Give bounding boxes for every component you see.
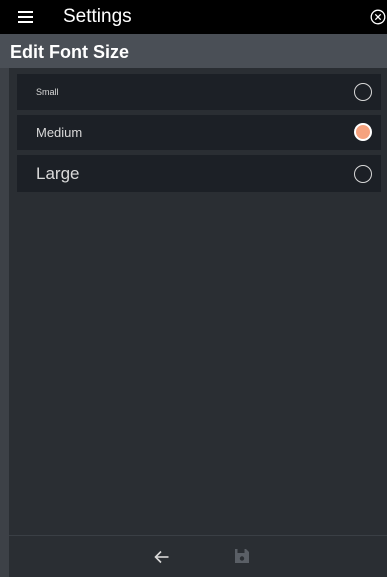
hamburger-menu-icon[interactable] [18,11,33,24]
section-title: Edit Font Size [10,42,129,62]
font-size-options: Small Medium Large [9,68,387,535]
option-small[interactable]: Small [17,74,381,110]
section-header: Edit Font Size [0,34,387,68]
option-label-large: Large [36,164,80,183]
option-medium[interactable]: Medium [17,115,381,150]
save-icon [235,549,249,563]
arrow-left-icon[interactable] [153,548,171,566]
page-title: Settings [63,6,132,27]
left-edge-strip [0,68,9,577]
app-bar: Settings [0,0,387,34]
option-label-small: Small [36,87,59,97]
radio-large[interactable] [354,165,372,183]
close-icon[interactable] [370,9,386,25]
radio-small[interactable] [354,83,372,101]
settings-screen: Settings Edit Font Size Small Medium Lar… [0,0,387,577]
bottom-toolbar [9,535,387,577]
radio-medium[interactable] [354,123,372,141]
option-large[interactable]: Large [17,155,381,192]
option-label-medium: Medium [36,125,83,140]
